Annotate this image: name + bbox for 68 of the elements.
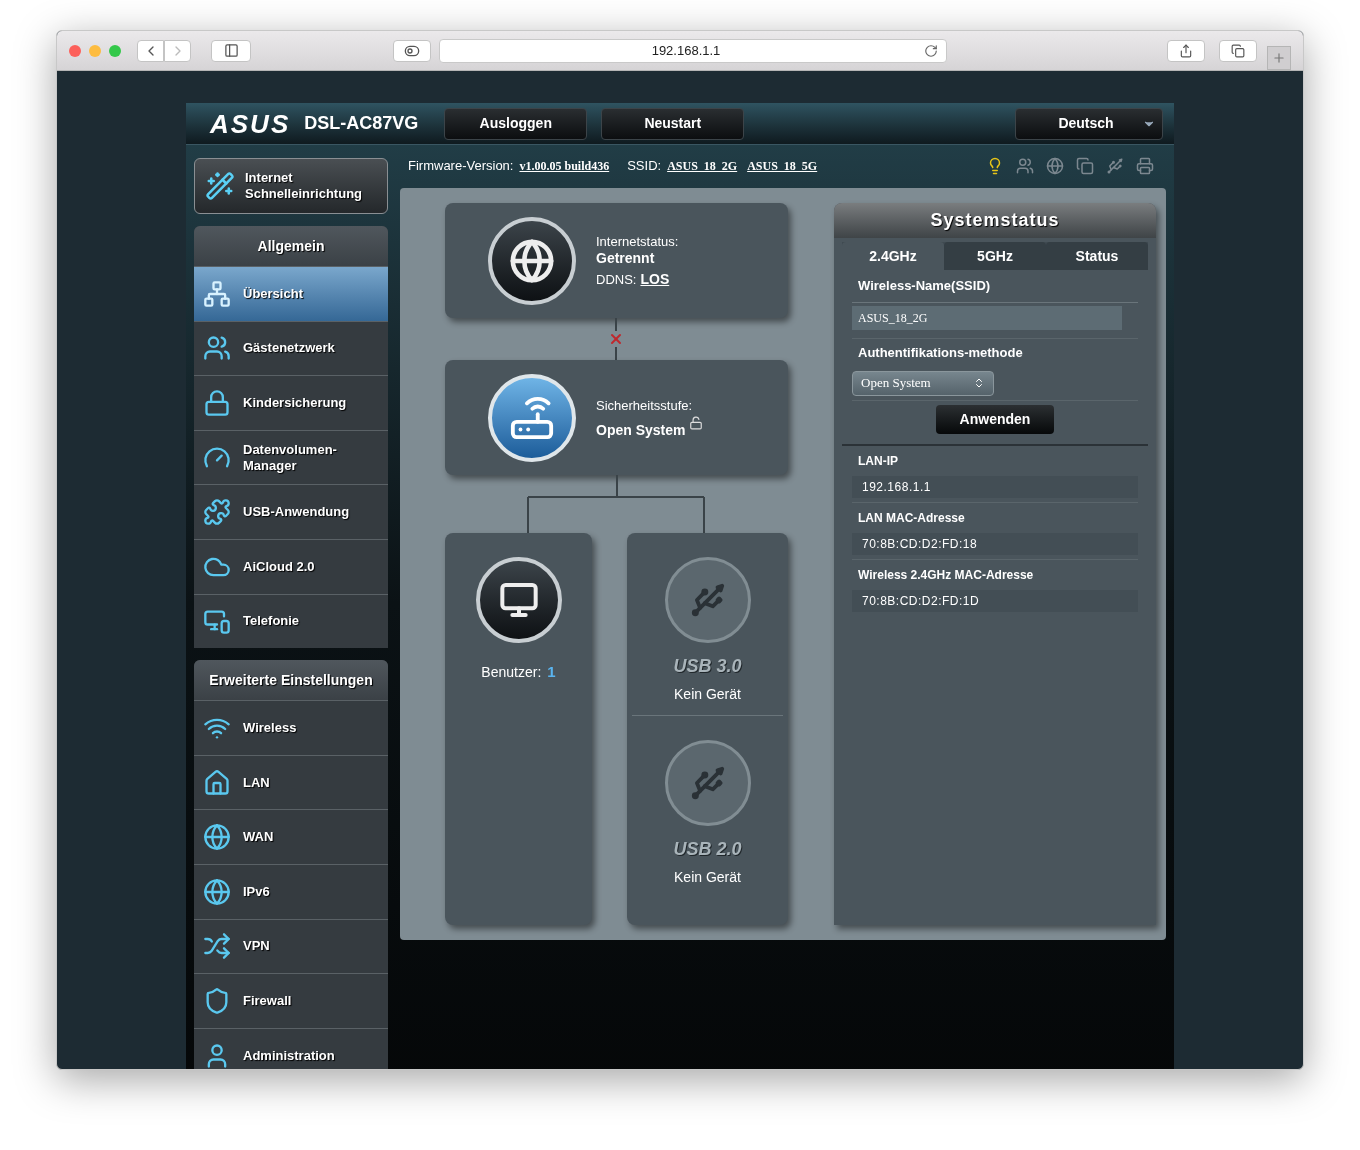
info-value: 70:8B:CD:D2:FD:18 bbox=[852, 532, 1138, 555]
internet-status-label: Internetstatus: bbox=[596, 233, 679, 250]
firmware-link[interactable]: v1.00.05 build436 bbox=[519, 157, 610, 175]
auth-method-label: Authentifikations-methode bbox=[852, 338, 1138, 363]
ddns-link[interactable]: LOS bbox=[640, 271, 670, 288]
clients-label: Benutzer: bbox=[481, 663, 542, 682]
sidebar-item[interactable]: Übersicht bbox=[194, 266, 388, 321]
internet-status-value: Getrennt bbox=[596, 250, 656, 267]
globe-icon bbox=[203, 877, 231, 906]
printer-icon[interactable] bbox=[1136, 157, 1154, 175]
apply-button[interactable]: Anwenden bbox=[936, 404, 1054, 434]
ssid-link[interactable]: ASUS_18_5G bbox=[747, 157, 818, 175]
auth-method-select[interactable]: Open System bbox=[852, 370, 994, 396]
usb-port-label: USB 2.0 bbox=[673, 838, 742, 861]
users-icon[interactable] bbox=[1016, 157, 1034, 175]
ssid-link[interactable]: ASUS_18_2G bbox=[667, 157, 738, 175]
tabs-button[interactable] bbox=[1219, 39, 1257, 62]
usb-port-status: Kein Gerät bbox=[674, 685, 741, 704]
tabs-icon bbox=[1231, 43, 1245, 58]
info-label: LAN-IP bbox=[857, 452, 899, 470]
magic-wand-icon bbox=[205, 171, 235, 201]
select-arrows-icon bbox=[973, 377, 985, 389]
arrows-icon bbox=[203, 932, 231, 961]
tab[interactable]: Status bbox=[1046, 242, 1148, 270]
info-value: 192.168.1.1 bbox=[852, 475, 1138, 498]
firmware-label: Firmware-Version: bbox=[408, 157, 514, 176]
ssid-field-label: Wireless-Name(SSID) bbox=[857, 277, 992, 295]
tab[interactable]: 5GHz bbox=[944, 242, 1046, 270]
house-icon bbox=[203, 768, 231, 797]
globe-icon bbox=[203, 823, 231, 852]
security-level-label: Sicherheitsstufe: bbox=[596, 396, 694, 414]
ssid-input[interactable]: ASUS_18_2G bbox=[852, 306, 1122, 330]
info-label: LAN MAC-Adresse bbox=[857, 509, 966, 527]
usb-port-label: USB 3.0 bbox=[673, 655, 742, 678]
logo: ASUS bbox=[210, 110, 291, 137]
header-button[interactable]: Neustart bbox=[601, 107, 745, 140]
usb-port-status: Kein Gerät bbox=[674, 868, 741, 887]
menu-group-title: Erweiterte Einstellungen bbox=[194, 660, 388, 701]
new-tab-button[interactable] bbox=[1267, 45, 1291, 70]
security-level-value: Open System bbox=[596, 421, 686, 439]
quick-setup-button[interactable]: Internet Schnelleinrichtung bbox=[194, 158, 388, 214]
usb-icon[interactable] bbox=[1106, 157, 1124, 175]
share-button[interactable] bbox=[1167, 39, 1205, 62]
address-bar[interactable]: 192.168.1.1 bbox=[439, 38, 947, 63]
info-label: Wireless 2.4GHz MAC-Adresse bbox=[857, 566, 1035, 584]
ssid-label: SSID: bbox=[627, 157, 662, 176]
network-icon bbox=[203, 279, 231, 308]
share-icon bbox=[1179, 43, 1193, 58]
puzzle-icon bbox=[203, 498, 231, 527]
plus-icon bbox=[1272, 50, 1286, 65]
back-button[interactable] bbox=[137, 39, 164, 62]
reload-icon[interactable] bbox=[924, 43, 938, 58]
info-value: 70:8B:CD:D2:FD:1D bbox=[852, 589, 1138, 612]
ddns-label: DDNS: bbox=[596, 271, 637, 288]
tab[interactable]: 2.4GHz bbox=[842, 242, 944, 270]
sidebar-item[interactable]: Administration bbox=[194, 1027, 388, 1069]
language-dropdown[interactable]: Deutsch bbox=[1015, 107, 1163, 140]
close-window-icon[interactable] bbox=[69, 44, 81, 57]
toggle-button[interactable] bbox=[393, 39, 431, 62]
header-button[interactable]: Ausloggen bbox=[444, 107, 588, 140]
sidebar-button[interactable] bbox=[211, 39, 251, 62]
menu-group-title: Allgemein bbox=[194, 226, 388, 266]
screens-icon[interactable] bbox=[1076, 157, 1094, 175]
lock-icon bbox=[203, 389, 231, 417]
users-icon bbox=[203, 334, 231, 363]
model-name: DSL-AC87VG bbox=[304, 112, 419, 135]
sidebar-icon bbox=[223, 43, 239, 58]
system-status-title: Systemstatus bbox=[834, 203, 1156, 238]
